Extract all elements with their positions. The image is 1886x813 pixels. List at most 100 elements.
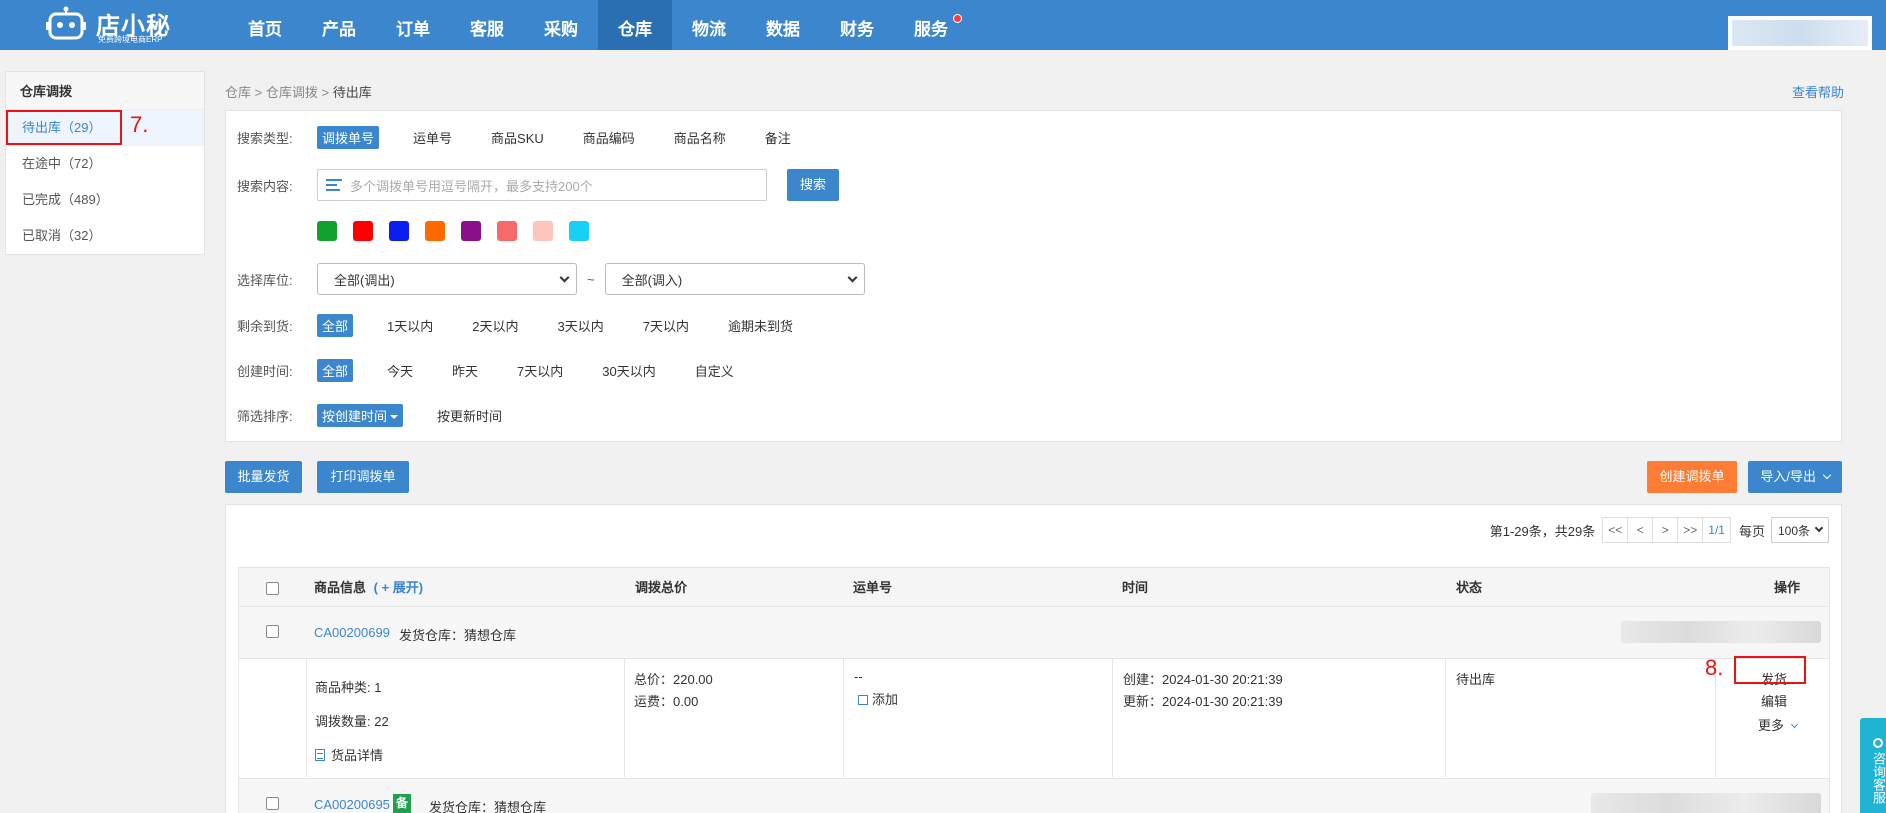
tracking-cell: -- 添加: [843, 659, 1112, 777]
print-transfer-button[interactable]: 打印调拨单: [317, 461, 409, 493]
nav-customer-service[interactable]: 客服: [450, 0, 524, 50]
order-status: 待出库: [1456, 672, 1496, 687]
created-custom[interactable]: 自定义: [690, 359, 739, 382]
nav-home[interactable]: 首页: [228, 0, 302, 50]
expand-toggle[interactable]: ( + 展开): [374, 580, 423, 595]
sidebar-item-in-transit[interactable]: 在途中（72）: [6, 146, 204, 182]
import-export-button[interactable]: 导入/导出: [1748, 461, 1842, 493]
breadcrumb-separator: >: [254, 85, 263, 100]
remaining-overdue[interactable]: 逾期未到货: [723, 314, 798, 337]
help-link[interactable]: 查看帮助: [1792, 82, 1844, 101]
consult-service-label: 咨询客服: [1871, 751, 1886, 804]
color-tag-salmon[interactable]: [497, 221, 517, 241]
order-number-link[interactable]: CA00200695: [314, 797, 390, 812]
breadcrumb-warehouse[interactable]: 仓库: [225, 85, 251, 100]
order-checkbox[interactable]: [266, 625, 279, 638]
color-tag-green[interactable]: [317, 221, 337, 241]
edit-link[interactable]: 编辑: [1761, 691, 1787, 710]
created-all[interactable]: 全部: [317, 358, 354, 382]
created-today[interactable]: 今天: [382, 359, 418, 382]
warehouse-tilde: ~: [587, 271, 595, 287]
sort-label: 筛选排序:: [237, 408, 293, 424]
product-detail-link[interactable]: 货品详情: [315, 745, 383, 764]
search-type-product-name[interactable]: 商品名称: [669, 126, 731, 149]
color-tag-orange[interactable]: [425, 221, 445, 241]
per-page-select[interactable]: 100条: [1770, 517, 1829, 543]
pager-first[interactable]: <<: [1602, 517, 1629, 543]
transfer-quantity: 调拨数量: 22: [315, 714, 389, 729]
sort-by-updated[interactable]: 按更新时间: [432, 404, 507, 427]
color-tag-cyan[interactable]: [569, 221, 589, 241]
ship-warehouse: 发货仓库：猜想仓库: [399, 628, 517, 643]
pager-last[interactable]: >>: [1677, 517, 1704, 543]
nav-services[interactable]: 服务: [894, 0, 968, 50]
remaining-3day[interactable]: 3天以内: [552, 314, 608, 337]
product-detail-label: 货品详情: [331, 748, 384, 763]
user-account-box[interactable]: [1728, 16, 1872, 50]
color-tag-blue[interactable]: [389, 221, 409, 241]
color-tag-pink[interactable]: [533, 221, 553, 241]
header-time: 时间: [1122, 580, 1149, 595]
consult-service-button[interactable]: 咨询客服: [1860, 718, 1886, 813]
pager-prev[interactable]: <: [1627, 517, 1654, 543]
annotation-box-step7: [6, 110, 122, 145]
logo-subtitle: 免费跨境电商ERP: [98, 35, 163, 44]
header-ops: 操作: [1774, 580, 1801, 595]
nav-products[interactable]: 产品: [302, 0, 376, 50]
blurred-account-name: [1732, 20, 1868, 46]
created-yesterday[interactable]: 昨天: [447, 359, 483, 382]
add-tracking-link[interactable]: 添加: [858, 689, 898, 708]
sidebar-item-completed[interactable]: 已完成（489）: [6, 182, 204, 218]
more-dropdown[interactable]: 更多: [1758, 715, 1798, 734]
to-warehouse-select[interactable]: 全部(调入): [604, 263, 865, 295]
nav-finance[interactable]: 财务: [820, 0, 894, 50]
remaining-2day[interactable]: 2天以内: [467, 314, 523, 337]
select-all-checkbox[interactable]: [266, 582, 279, 595]
remaining-1day[interactable]: 1天以内: [382, 314, 438, 337]
chevron-down-icon: [1814, 523, 1824, 533]
search-input[interactable]: 多个调拨单号用逗号隔开，最多支持200个: [317, 169, 767, 201]
search-type-product-code[interactable]: 商品编码: [578, 126, 640, 149]
nav-data[interactable]: 数据: [746, 0, 820, 50]
created-30days[interactable]: 30天以内: [597, 359, 660, 382]
notification-dot: [953, 14, 962, 23]
sidebar-item-cancelled[interactable]: 已取消（32）: [6, 218, 204, 254]
header-total: 调拨总价: [635, 580, 688, 595]
create-transfer-button[interactable]: 创建调拨单: [1647, 461, 1737, 493]
batch-ship-button[interactable]: 批量发货: [225, 461, 302, 493]
color-tag-purple[interactable]: [461, 221, 481, 241]
breadcrumb-transfer[interactable]: 仓库调拨: [266, 85, 318, 100]
from-warehouse-select[interactable]: 全部(调出): [317, 263, 577, 295]
header-product-label: 商品信息: [314, 580, 367, 595]
nav-logistics[interactable]: 物流: [672, 0, 746, 50]
pager-next[interactable]: >: [1652, 517, 1679, 543]
search-type-transfer-no[interactable]: 调拨单号: [317, 125, 380, 149]
nav-purchasing[interactable]: 采购: [524, 0, 598, 50]
total-cell: 总价：220.00 运费：0.00: [624, 659, 842, 777]
more-label: 更多: [1758, 718, 1785, 733]
annotation-label-step7: 7.: [130, 112, 149, 137]
order-checkbox[interactable]: [266, 797, 279, 810]
sort-by-created-label: 按创建时间: [322, 408, 388, 424]
color-tag-red[interactable]: [353, 221, 373, 241]
nav-orders[interactable]: 订单: [376, 0, 450, 50]
search-type-remark[interactable]: 备注: [760, 126, 796, 149]
nav-warehouse[interactable]: 仓库: [598, 0, 672, 50]
sort-row: 筛选排序: 按创建时间 按更新时间: [237, 403, 536, 427]
blurred-info: [1591, 793, 1821, 813]
search-type-tracking-no[interactable]: 运单号: [408, 126, 457, 149]
remark-badge[interactable]: 备: [393, 794, 411, 813]
order-number-link[interactable]: CA00200699: [314, 625, 390, 640]
breadcrumb: 仓库 > 仓库调拨 > 待出库: [225, 82, 372, 101]
freight: 运费：0.00: [634, 694, 699, 709]
remaining-7day[interactable]: 7天以内: [638, 314, 694, 337]
top-nav-bar: 店小秘 免费跨境电商ERP 首页 产品 订单 客服 采购 仓库 物流 数据 财务…: [0, 0, 1886, 50]
warehouse-label: 选择库位:: [237, 272, 293, 288]
remaining-all[interactable]: 全部: [317, 313, 354, 337]
sort-by-created[interactable]: 按创建时间: [317, 403, 404, 427]
search-button[interactable]: 搜索: [787, 169, 839, 201]
search-type-sku[interactable]: 商品SKU: [486, 126, 549, 149]
created-7days[interactable]: 7天以内: [512, 359, 568, 382]
logo[interactable]: 店小秘 免费跨境电商ERP: [46, 2, 176, 48]
edit-icon: [858, 695, 868, 705]
